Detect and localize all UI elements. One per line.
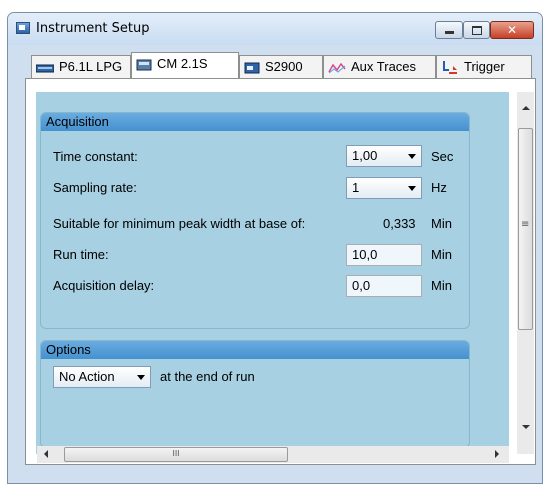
column-manager-icon <box>136 59 152 71</box>
tab-p61l-lpg[interactable]: P6.1L LPG <box>31 55 131 78</box>
options-header: Options <box>41 341 469 359</box>
app-window-icon <box>16 22 30 34</box>
tab-label: CM 2.1S <box>157 56 208 71</box>
trigger-icon <box>443 60 457 74</box>
scroll-left-icon[interactable] <box>44 450 48 458</box>
settings-area: Acquisition Time constant: 1,00 Sec Samp… <box>36 92 509 454</box>
vertical-scroll-thumb[interactable]: ≡ <box>518 128 533 330</box>
instrument-setup-window: Instrument Setup ✕ P6.1L LPG CM 2.1S S29… <box>7 12 543 484</box>
acquisition-delay-label: Acquisition delay: <box>53 278 155 293</box>
chevron-down-icon <box>408 154 416 159</box>
tab-aux-traces[interactable]: Aux Traces <box>323 55 436 78</box>
time-constant-value: 1,00 <box>352 148 378 163</box>
acquisition-delay-unit: Min <box>431 278 452 293</box>
tab-cm-21s[interactable]: CM 2.1S <box>131 52 239 78</box>
pump-icon <box>36 64 54 73</box>
vertical-scrollbar[interactable]: ≡ <box>517 92 534 454</box>
detector-icon <box>244 62 260 74</box>
time-constant-unit: Sec <box>431 149 454 164</box>
minimize-button[interactable] <box>435 21 463 39</box>
minimize-icon <box>444 31 454 34</box>
sampling-rate-label: Sampling rate: <box>53 180 137 195</box>
run-time-label: Run time: <box>53 247 109 262</box>
sampling-rate-select[interactable]: 1 <box>346 177 422 199</box>
end-of-run-action-select[interactable]: No Action <box>53 366 151 388</box>
window-title: Instrument Setup <box>36 21 150 36</box>
horizontal-scrollbar[interactable]: III <box>37 446 509 463</box>
run-time-input[interactable]: 10,0 <box>346 244 422 266</box>
maximize-button[interactable] <box>463 21 490 39</box>
tab-label: P6.1L LPG <box>59 59 123 74</box>
acquisition-header: Acquisition <box>41 113 469 131</box>
chevron-down-icon <box>408 186 416 191</box>
time-constant-select[interactable]: 1,00 <box>346 145 422 167</box>
tab-s2900[interactable]: S2900 <box>239 55 323 78</box>
tab-trigger[interactable]: Trigger <box>436 55 532 78</box>
scroll-down-icon[interactable] <box>522 425 530 429</box>
aux-traces-icon <box>328 62 346 73</box>
tab-bar: P6.1L LPG CM 2.1S S2900 Aux Traces Trigg… <box>31 52 537 78</box>
sampling-rate-value: 1 <box>352 180 360 195</box>
peak-width-unit: Min <box>431 216 452 231</box>
scroll-right-icon[interactable] <box>495 450 499 458</box>
acquisition-group: Acquisition Time constant: 1,00 Sec Samp… <box>40 112 470 329</box>
grip-icon: ≡ <box>521 219 530 230</box>
close-button[interactable]: ✕ <box>490 21 534 39</box>
run-time-unit: Min <box>431 247 452 262</box>
tab-label: Aux Traces <box>351 59 417 74</box>
grip-icon: III <box>172 449 180 458</box>
peak-width-value: 0,333 <box>383 216 416 231</box>
end-of-run-label: at the end of run <box>160 369 255 384</box>
sampling-rate-unit: Hz <box>431 180 447 195</box>
time-constant-label: Time constant: <box>53 149 138 164</box>
peak-width-label: Suitable for minimum peak width at base … <box>53 216 306 231</box>
title-bar[interactable]: Instrument Setup ✕ <box>8 13 542 45</box>
end-of-run-action-value: No Action <box>59 369 115 384</box>
chevron-down-icon <box>137 375 145 380</box>
maximize-icon <box>471 26 482 35</box>
close-icon: ✕ <box>506 23 518 37</box>
tab-label: S2900 <box>265 59 303 74</box>
scroll-up-icon[interactable] <box>522 106 530 110</box>
tab-page-cm-21s: Acquisition Time constant: 1,00 Sec Samp… <box>25 78 536 465</box>
horizontal-scroll-thumb[interactable]: III <box>64 447 288 462</box>
acquisition-delay-input[interactable]: 0,0 <box>346 275 422 297</box>
tab-label: Trigger <box>464 59 505 74</box>
options-group: Options No Action at the end of run <box>40 340 470 448</box>
